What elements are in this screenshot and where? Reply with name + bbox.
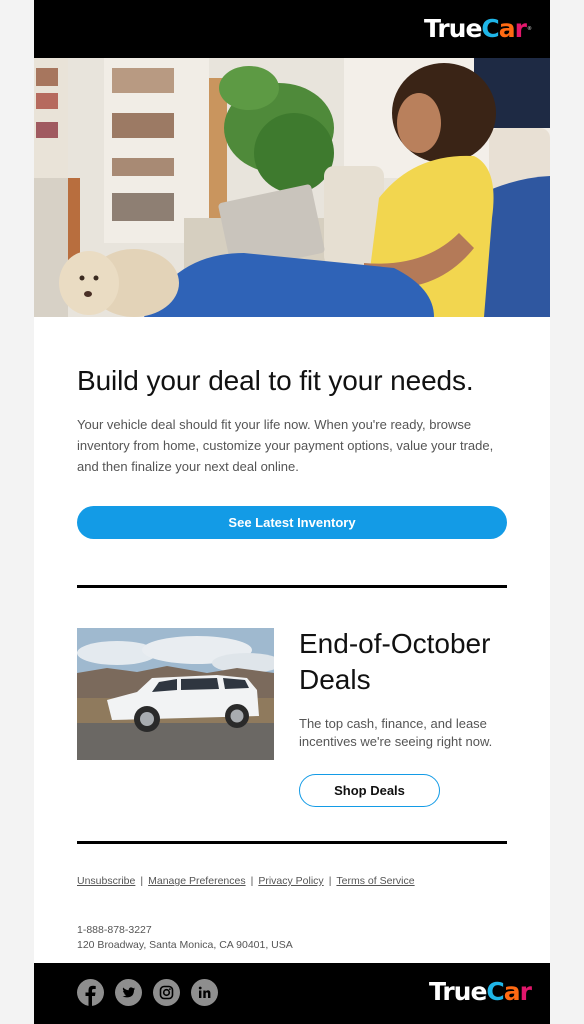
phone-number: 1-888-878-3227 [77,924,152,936]
privacy-policy-link[interactable]: Privacy Policy [258,875,323,887]
address: 120 Broadway, Santa Monica, CA 90401, US… [77,939,293,951]
truecar-footer-logo[interactable]: TrueCar [429,978,532,1006]
facebook-icon[interactable] [77,979,104,1006]
terms-of-service-link[interactable]: Terms of Service [336,875,414,887]
shop-deals-button[interactable]: Shop Deals [299,774,440,807]
header-bar: TrueCar® [34,0,550,58]
see-latest-inventory-button[interactable]: See Latest Inventory [77,506,507,539]
suv-illustration [77,628,274,760]
instagram-icon[interactable] [153,979,180,1006]
main-body-text: Your vehicle deal should fit your life n… [77,417,494,474]
link-separator: | [250,875,254,887]
promo-image[interactable] [77,628,274,760]
footer-bar: TrueCar [34,963,550,1024]
promo-section: End-of-October Deals The top cash, finan… [77,626,507,807]
main-title: Build your deal to fit your needs. [77,365,474,396]
promo-body-text: The top cash, finance, and lease incenti… [299,716,493,749]
social-icons [77,979,218,1006]
manage-preferences-link[interactable]: Manage Preferences [148,875,245,887]
hero-illustration [34,58,550,317]
unsubscribe-link[interactable]: Unsubscribe [77,875,135,887]
link-separator: | [140,875,144,887]
main-content: Build your deal to fit your needs. Your … [34,364,550,953]
email-container: TrueCar® Build your deal to fit your nee… [34,0,550,1024]
footer-links: Unsubscribe | Manage Preferences | Privacy P… [77,875,507,887]
twitter-icon[interactable] [115,979,142,1006]
truecar-logo[interactable]: TrueCar® [424,15,532,43]
hero-image[interactable] [34,58,550,317]
promo-title: End-of-October Deals [299,628,491,695]
link-separator: | [328,875,332,887]
divider [77,585,507,588]
linkedin-icon[interactable] [191,979,218,1006]
divider [77,841,507,844]
contact-info: 1-888-878-3227 120 Broadway, Santa Monic… [77,923,507,953]
promo-details: End-of-October Deals The top cash, finan… [299,626,507,807]
